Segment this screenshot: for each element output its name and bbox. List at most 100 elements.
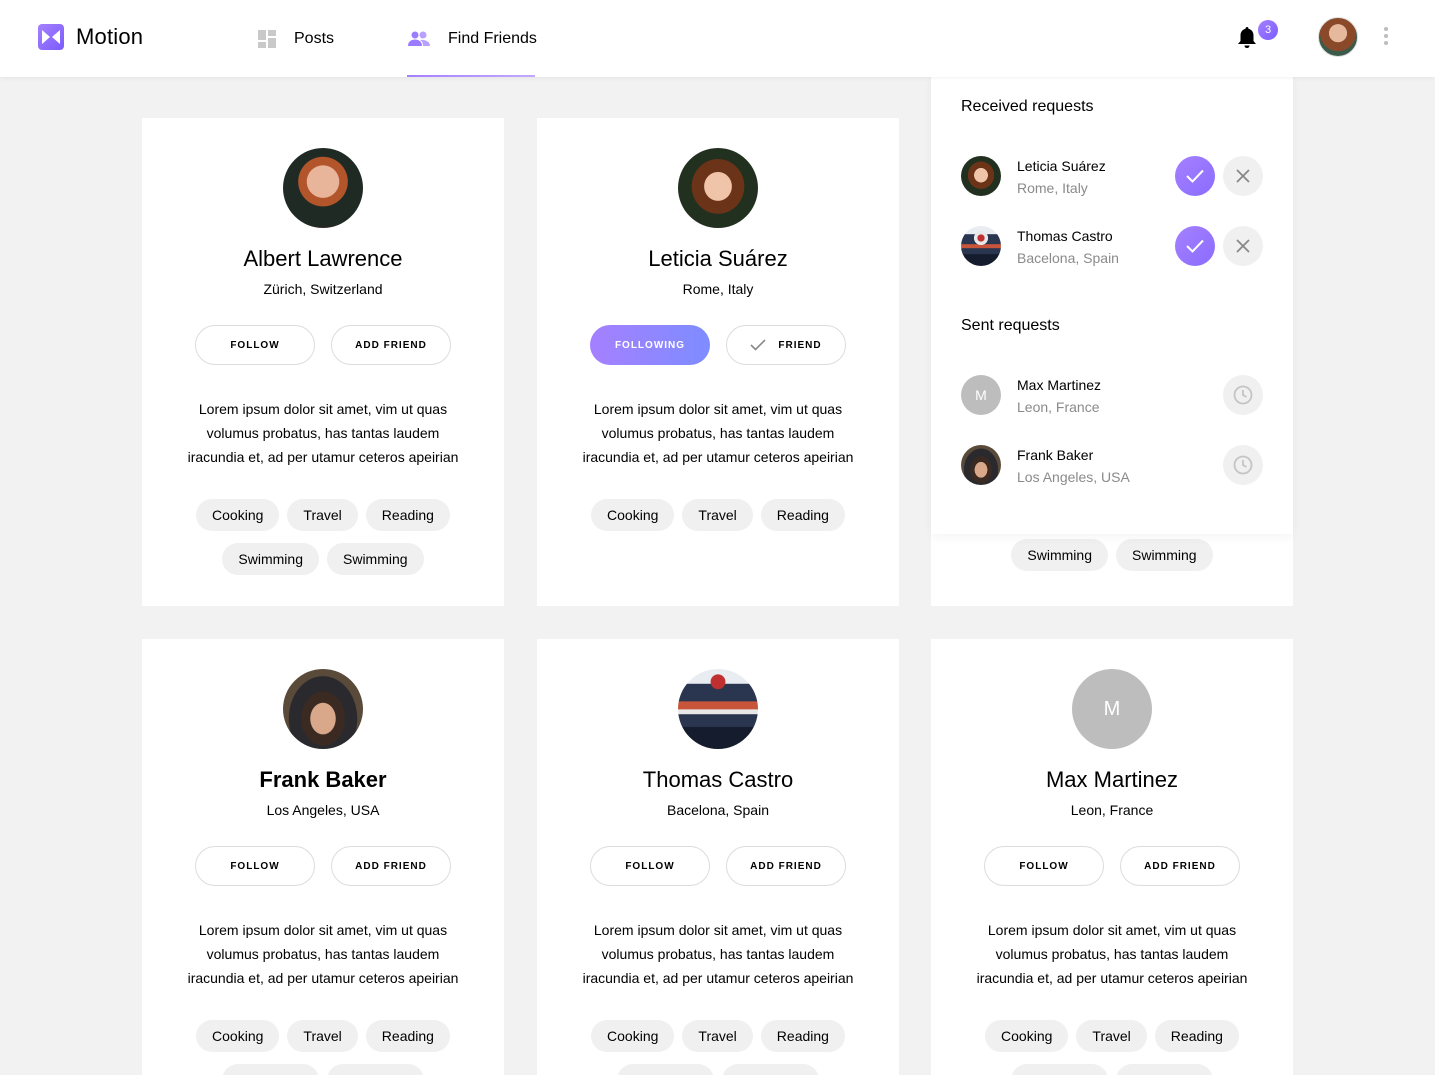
avatar[interactable] <box>961 226 1001 266</box>
friend-card: M Max Martinez Leon, France FOLLOW ADD F… <box>931 639 1293 1075</box>
top-bar: Motion Posts Find Friends 3 <box>0 0 1435 77</box>
card-bio: Lorem ipsum dolor sit amet, vim ut quas … <box>976 922 1248 986</box>
add-friend-label: ADD FRIEND <box>750 860 822 872</box>
add-friend-button[interactable]: ADD FRIEND <box>1120 846 1240 886</box>
tag-list: Cooking Travel Reading Swimming Swimming <box>178 1020 468 1075</box>
accept-button[interactable] <box>1175 156 1215 196</box>
card-name: Frank Baker <box>259 767 387 792</box>
request-name: Max Martinez <box>1017 377 1102 393</box>
check-icon <box>1186 239 1204 253</box>
follow-button[interactable]: FOLLOW <box>195 325 315 365</box>
active-tab-indicator <box>407 75 535 77</box>
nav-posts[interactable]: Posts <box>258 0 334 77</box>
tag[interactable]: Swimming <box>1011 539 1108 571</box>
friend-button[interactable]: FRIEND <box>726 325 846 365</box>
clock-icon <box>1233 385 1253 405</box>
tag-list: Swimming Swimming <box>967 539 1257 571</box>
accept-button[interactable] <box>1175 226 1215 266</box>
tag[interactable]: Cooking <box>196 1020 280 1052</box>
tag[interactable]: Cooking <box>591 499 675 531</box>
tag[interactable]: Swimming <box>222 1064 319 1075</box>
add-friend-label: ADD FRIEND <box>1144 860 1216 872</box>
request-location: Bacelona, Spain <box>1017 250 1119 266</box>
tag[interactable]: Reading <box>365 1020 450 1052</box>
request-name: Leticia Suárez <box>1017 158 1106 174</box>
tag[interactable]: Travel <box>287 1020 358 1052</box>
follow-label: FOLLOW <box>230 860 280 872</box>
sent-request-item: M Max Martinez Leon, France <box>961 375 1263 415</box>
pending-button[interactable] <box>1223 445 1263 485</box>
tag[interactable]: Swimming <box>1116 1064 1213 1075</box>
tag[interactable]: Reading <box>1154 1020 1239 1052</box>
grid-icon <box>258 29 276 48</box>
tag[interactable]: Swimming <box>327 1064 424 1075</box>
tag[interactable]: Swimming <box>722 1064 819 1075</box>
tag-list: Cooking Travel Reading Swimming Swimming <box>967 1020 1257 1075</box>
avatar[interactable] <box>678 148 758 228</box>
tag[interactable]: Travel <box>682 1020 753 1052</box>
tag[interactable]: Swimming <box>222 543 319 575</box>
app-name: Motion <box>76 24 144 49</box>
follow-label: FOLLOW <box>230 339 280 351</box>
card-name: Albert Lawrence <box>243 246 403 271</box>
tag[interactable]: Cooking <box>196 499 280 531</box>
tag[interactable]: Swimming <box>617 1064 714 1075</box>
sent-request-item: Frank Baker Los Angeles, USA <box>961 445 1263 485</box>
received-request-item: Leticia Suárez Rome, Italy <box>961 156 1263 196</box>
tag[interactable]: Swimming <box>327 543 424 575</box>
decline-button[interactable] <box>1223 226 1263 266</box>
close-icon <box>1236 239 1250 253</box>
add-friend-button[interactable]: ADD FRIEND <box>331 846 451 886</box>
card-name: Leticia Suárez <box>648 246 788 271</box>
card-location: Bacelona, Spain <box>667 802 769 818</box>
tag[interactable]: Swimming <box>1116 539 1213 571</box>
tag-list: Cooking Travel Reading Swimming Swimming <box>573 1020 863 1075</box>
tag[interactable]: Reading <box>760 1020 845 1052</box>
card-bio: Lorem ipsum dolor sit amet, vim ut quas … <box>582 922 854 986</box>
add-friend-label: ADD FRIEND <box>355 860 427 872</box>
follow-button[interactable]: FOLLOW <box>590 846 710 886</box>
tag[interactable]: Swimming <box>1011 1064 1108 1075</box>
request-name: Thomas Castro <box>1017 228 1113 244</box>
more-menu-icon[interactable] <box>1378 27 1394 47</box>
add-friend-button[interactable]: ADD FRIEND <box>726 846 846 886</box>
avatar[interactable] <box>961 156 1001 196</box>
friend-requests-panel: Received requests Leticia Suárez Rome, I… <box>931 68 1293 534</box>
friend-card: Frank Baker Los Angeles, USA FOLLOW ADD … <box>142 639 504 1075</box>
follow-button[interactable]: FOLLOW <box>195 846 315 886</box>
avatar[interactable] <box>678 669 758 749</box>
notification-badge: 3 <box>1258 20 1278 40</box>
card-location: Leon, France <box>1070 802 1154 818</box>
avatar[interactable]: M <box>961 375 1001 415</box>
check-icon <box>750 339 766 351</box>
tag[interactable]: Reading <box>365 499 450 531</box>
following-button[interactable]: FOLLOWING <box>590 325 710 365</box>
tag[interactable]: Travel <box>682 499 753 531</box>
tag[interactable]: Travel <box>1076 1020 1147 1052</box>
follow-button[interactable]: FOLLOW <box>984 846 1104 886</box>
card-location: Zürich, Switzerland <box>263 281 383 297</box>
friend-label: FRIEND <box>778 339 822 351</box>
add-friend-button[interactable]: ADD FRIEND <box>331 325 451 365</box>
decline-button[interactable] <box>1223 156 1263 196</box>
bell-icon[interactable] <box>1237 27 1257 49</box>
nav-find-friends[interactable]: Find Friends <box>408 0 537 77</box>
nav-posts-label: Posts <box>294 29 335 47</box>
pending-button[interactable] <box>1223 375 1263 415</box>
tag-list: Cooking Travel Reading Swimming Swimming <box>178 499 468 575</box>
logo[interactable]: Motion <box>38 24 143 50</box>
user-avatar[interactable] <box>1318 17 1358 57</box>
request-location: Rome, Italy <box>1017 180 1088 196</box>
friend-card: Albert Lawrence Zürich, Switzerland FOLL… <box>142 118 504 606</box>
tag-list: Cooking Travel Reading <box>573 499 863 531</box>
friend-card: Thomas Castro Bacelona, Spain FOLLOW ADD… <box>537 639 899 1075</box>
tag[interactable]: Travel <box>287 499 358 531</box>
avatar[interactable]: M <box>1072 669 1152 749</box>
people-icon <box>408 31 430 46</box>
tag[interactable]: Cooking <box>985 1020 1069 1052</box>
tag[interactable]: Cooking <box>591 1020 675 1052</box>
avatar[interactable] <box>283 669 363 749</box>
avatar[interactable] <box>961 445 1001 485</box>
tag[interactable]: Reading <box>760 499 845 531</box>
avatar[interactable] <box>283 148 363 228</box>
